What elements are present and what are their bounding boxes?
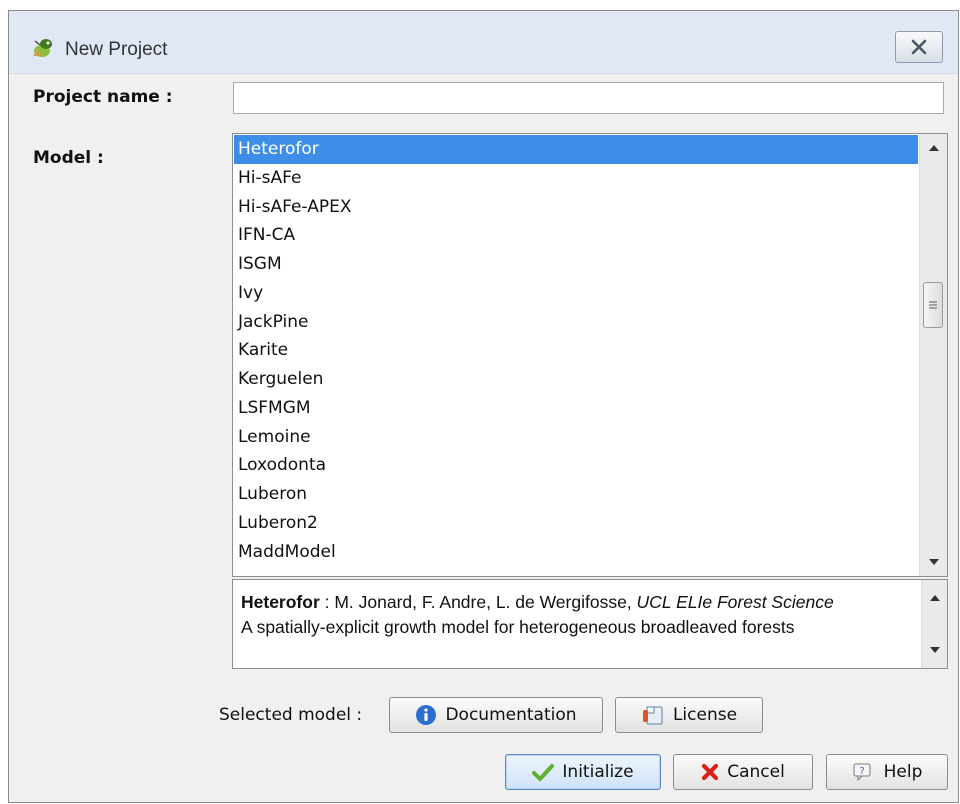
description-summary: A spatially-explicit growth model for he… [241, 617, 795, 637]
selected-model-label: Selected model : [219, 705, 363, 725]
description-text: Heterofor : M. Jonard, F. Andre, L. de W… [241, 590, 911, 640]
grip-icon [929, 301, 937, 309]
triangle-down-icon [930, 647, 940, 653]
window-title: New Project [65, 39, 168, 60]
license-button[interactable]: License [615, 697, 763, 733]
model-label: Model : [33, 148, 104, 168]
close-button[interactable] [895, 31, 943, 63]
license-label: License [672, 705, 738, 725]
scroll-thumb[interactable] [923, 282, 943, 328]
scroll-up-arrow[interactable] [920, 134, 947, 162]
model-list-item[interactable]: Ivy [234, 279, 918, 308]
help-button[interactable]: ? Help [826, 754, 948, 790]
model-description: Heterofor : M. Jonard, F. Andre, L. de W… [232, 579, 948, 669]
help-label: Help [883, 762, 923, 782]
description-scrollbar[interactable] [921, 580, 947, 668]
model-list-items: Heterofor Hi-sAFe Hi-sAFe-APEX IFN-CA ISGM Iv… [234, 135, 918, 566]
model-list-item[interactable]: JackPine [234, 308, 918, 337]
app-icon [33, 39, 52, 57]
triangle-up-icon [929, 145, 939, 151]
description-authors: : M. Jonard, F. Andre, L. de Wergifosse, [319, 592, 637, 612]
model-list-item[interactable]: Hi-sAFe-APEX [234, 193, 918, 222]
model-list-item[interactable]: LSFMGM [234, 394, 918, 423]
model-list-item[interactable]: ISGM [234, 250, 918, 279]
model-list[interactable]: Heterofor Hi-sAFe Hi-sAFe-APEX IFN-CA ISGM Iv… [232, 133, 948, 577]
info-icon [416, 705, 437, 725]
initialize-label: Initialize [562, 762, 634, 782]
model-list-item[interactable]: Loxodonta [234, 451, 918, 480]
model-list-item[interactable]: MaddModel [234, 538, 918, 567]
documentation-button[interactable]: Documentation [389, 697, 603, 733]
scroll-down-arrow[interactable] [920, 548, 947, 576]
license-icon [642, 706, 663, 725]
description-affiliation: UCL ELIe Forest Science [636, 592, 834, 612]
model-list-item[interactable]: Kerguelen [234, 365, 918, 394]
model-list-item[interactable]: Hi-sAFe [234, 164, 918, 193]
model-list-item[interactable]: Luberon2 [234, 509, 918, 538]
initialize-button[interactable]: Initialize [505, 754, 661, 790]
cancel-x-icon [702, 763, 719, 781]
new-project-dialog: New Project Project name : Model : Heter… [8, 10, 959, 803]
description-model-name: Heterofor [241, 592, 320, 612]
triangle-down-icon [929, 559, 939, 565]
cancel-button[interactable]: Cancel [673, 754, 813, 790]
model-list-item[interactable]: Luberon [234, 480, 918, 509]
cancel-label: Cancel [727, 762, 785, 782]
model-list-item[interactable]: IFN-CA [234, 221, 918, 250]
project-name-label: Project name : [33, 87, 173, 107]
checkmark-icon [532, 764, 555, 781]
documentation-label: Documentation [445, 705, 577, 725]
desc-scroll-down-arrow[interactable] [922, 636, 947, 664]
model-list-scrollbar[interactable] [919, 134, 947, 576]
help-icon: ? [853, 763, 871, 782]
desc-scroll-up-arrow[interactable] [922, 584, 947, 612]
svg-text:?: ? [859, 766, 864, 777]
triangle-up-icon [930, 595, 940, 601]
close-icon [911, 39, 927, 55]
title-bar[interactable]: New Project [9, 11, 958, 74]
model-list-item[interactable]: Lemoine [234, 423, 918, 452]
project-name-input[interactable] [233, 82, 944, 114]
model-list-item[interactable]: Karite [234, 336, 918, 365]
model-list-item[interactable]: Heterofor [234, 135, 918, 164]
